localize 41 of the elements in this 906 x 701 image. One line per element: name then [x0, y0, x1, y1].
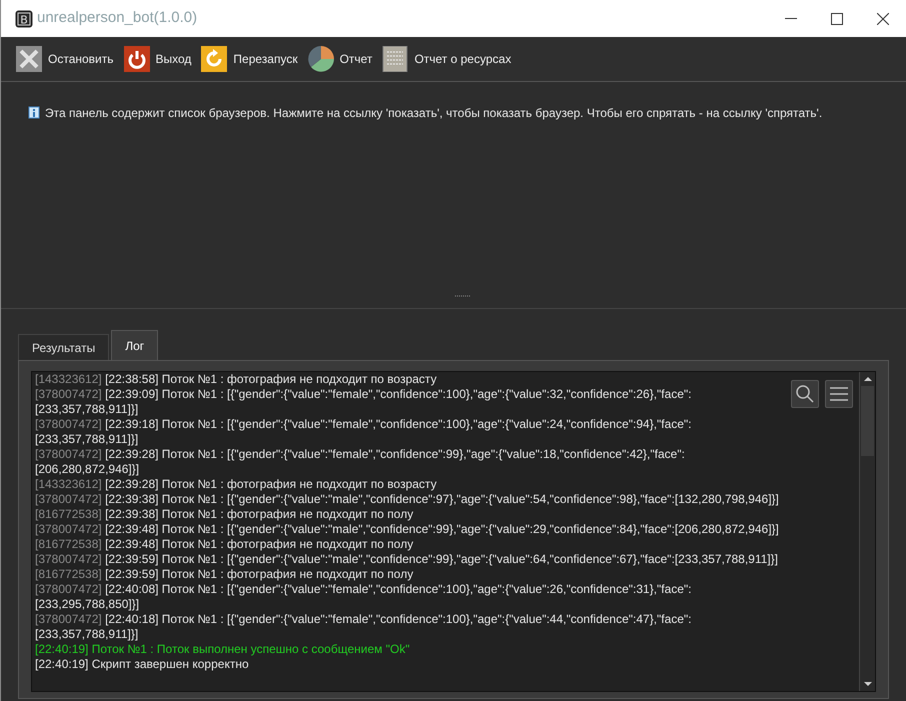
search-button[interactable] — [791, 380, 819, 408]
toolbar-button[interactable]: Перезапуск — [199, 41, 300, 77]
scrollbar[interactable] — [859, 372, 875, 691]
log-entry: [816772538] [22:39:48] Поток №1 : фотография не подходит по полу — [35, 537, 414, 552]
splitter-handle[interactable] — [455, 295, 471, 297]
tab[interactable]: Лог — [111, 330, 158, 360]
info-text: Эта панель содержит список браузеров. Нажмите на ссылку 'показать', чтобы показать браузер. Чтобы его спрятать - на ссылку 'спрятать'. — [45, 105, 822, 122]
window-title: unrealperson_bot(1.0.0) — [37, 8, 198, 28]
toolbar-button[interactable]: Выход — [122, 41, 194, 77]
app-icon: B — [15, 10, 33, 28]
log-entry: [378007472] [22:39:48] Поток №1 : [{"gender":{"value":"male","confidence":99},"age":{"value":29,"confidence":84},"face":[206,280,872,946]}] — [35, 522, 780, 537]
toolbar-button[interactable]: Отчет — [306, 41, 374, 77]
log-entry: [378007472] [22:39:59] Поток №1 : [{"gender":{"value":"male","confidence":99},"age":{"value":64,"confidence":67},"face":[233,357,788,911]}] — [35, 552, 779, 567]
log-entry: [378007472] [22:39:09] Поток №1 : [{"gender":{"value":"female","confidence":100},"age":{"value":32,"confidence":26},"face": [233,357,788,911]}] — [35, 387, 692, 417]
close-icon — [877, 12, 889, 24]
toolbar-button[interactable]: Отчет о ресурсах — [380, 41, 514, 77]
search-icon — [795, 384, 815, 404]
menu-icon — [829, 386, 849, 402]
menu-button[interactable] — [825, 380, 853, 408]
log-entry: [378007472] [22:40:08] Поток №1 : [{"gender":{"value":"female","confidence":100},"age":{"value":26,"confidence":31},"face": [233,295,788,850]}] — [35, 582, 692, 612]
log-entry: [143323612] [22:38:58] Поток №1 : фотография не подходит по возрасту — [35, 372, 438, 387]
log-entry: [22:40:19] Поток №1 : Поток выполнен успешно с сообщением "Ok" — [35, 642, 411, 657]
info-icon — [28, 106, 40, 120]
log-entry: [816772538] [22:39:38] Поток №1 : фотография не подходит по полу — [35, 507, 414, 522]
log-entry: [816772538] [22:39:59] Поток №1 : фотография не подходит по полу — [35, 567, 414, 582]
log-entry: [378007472] [22:40:18] Поток №1 : [{"gender":{"value":"female","confidence":100},"age":{"value":44,"confidence":47},"face": [233,357,788,911]}] — [35, 612, 692, 642]
log-entry: [378007472] [22:39:28] Поток №1 : [{"gender":{"value":"female","confidence":99},"age":{"value":18,"confidence":42},"face": [206,280,872,946]}] — [35, 447, 686, 477]
log-entry: [378007472] [22:39:38] Поток №1 : [{"gender":{"value":"male","confidence":97},"age":{"value":54,"confidence":98},"face":[132,280,798,946]}] — [35, 492, 780, 507]
log-entry: [143323612] [22:39:28] Поток №1 : фотография не подходит по возрасту — [35, 477, 438, 492]
log-entry: [22:40:19] Скрипт завершен корректно — [35, 657, 250, 672]
pie-chart-icon — [308, 46, 334, 72]
stop-icon — [16, 46, 42, 72]
maximize-icon — [831, 12, 843, 24]
toolbar-button[interactable]: Остановить — [14, 41, 116, 77]
log-entry: [378007472] [22:39:18] Поток №1 : [{"gender":{"value":"female","confidence":100},"age":{"value":24,"confidence":94},"face": [233,357,788,911]}] — [35, 417, 692, 447]
refresh-icon — [201, 46, 228, 72]
scroll-thumb[interactable] — [861, 386, 874, 456]
power-icon — [124, 46, 150, 72]
document-icon — [382, 46, 408, 72]
tab[interactable]: Результаты — [18, 334, 110, 360]
minimize-icon — [785, 18, 797, 20]
